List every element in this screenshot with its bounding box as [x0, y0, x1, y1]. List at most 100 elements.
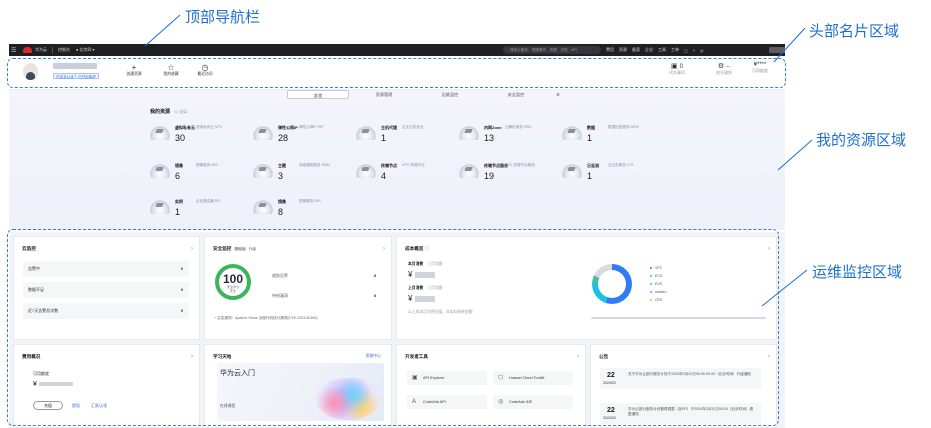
ops-monitor-outline: [7, 229, 779, 426]
resource-count: 4: [381, 171, 387, 181]
help-icon[interactable]: ?: [693, 48, 695, 53]
callout-my-resources: 我的资源区域: [816, 131, 907, 149]
resource-icon: [150, 126, 170, 140]
resource-count: 6: [175, 171, 181, 181]
resource-count: 1: [587, 171, 593, 181]
resource-card[interactable]: 终端节点 VPC 终端节点 4: [356, 162, 456, 186]
resource-icon: [459, 126, 479, 140]
resource-card[interactable]: 日志流 云日志服务 LTS 1: [562, 162, 662, 186]
brand-name: 华为云: [35, 47, 47, 52]
tab-security-monitoring[interactable]: 安全监控: [485, 90, 547, 99]
header-card-outline: [7, 58, 786, 88]
globe-icon[interactable]: ◎: [700, 48, 704, 53]
resource-card[interactable]: 镜像 镜像服务 IMS 6: [150, 162, 250, 186]
location-pin-icon: ●: [76, 47, 79, 52]
resource-icon: [150, 164, 170, 178]
resource-desc: 弹性公网IP EIP: [299, 125, 324, 129]
resource-desc: 云解析服务 DNS: [505, 125, 532, 129]
resource-card[interactable]: 内网Zone 云解析服务 DNS 13: [459, 124, 559, 148]
resource-desc: 镜像服务 IMS: [196, 163, 218, 167]
top-nav-links: 费用 资源 备案 企业 工具 工单 ▢ ? ◎: [606, 44, 704, 56]
nav-link-resources[interactable]: 资源: [619, 47, 627, 53]
resource-card[interactable]: 终端节点服务 VPC 终端节点服务 19: [459, 162, 559, 186]
resource-icon: [150, 200, 170, 214]
resource-desc: 镜像服务 IMS: [299, 199, 321, 203]
brand-logo[interactable]: 华为云: [23, 47, 47, 53]
nav-divider: [52, 47, 53, 53]
tab-overview[interactable]: 总览: [287, 90, 349, 99]
chevron-down-icon: ▾: [92, 47, 95, 52]
nav-link-enterprise[interactable]: 企业: [645, 47, 653, 53]
resource-count: 19: [484, 171, 495, 181]
my-resources-heading: 我的资源: [150, 109, 171, 115]
resource-name: 主机代理: [381, 125, 397, 130]
annotation-margin: [785, 44, 931, 428]
callout-top-nav: 顶部导航栏: [185, 8, 261, 26]
resource-name: 内网Zone: [484, 125, 502, 130]
callout-header-card: 头部名片区域: [809, 22, 900, 40]
resource-card[interactable]: 镜像 镜像服务 IMS 8: [253, 198, 353, 222]
resource-card[interactable]: 虚拟私有云 虚拟私有云 VPC 30: [150, 124, 250, 148]
huawei-logo-icon: [23, 47, 32, 53]
nav-link-tools[interactable]: 工具: [658, 47, 666, 53]
menu-grid-icon[interactable]: ☰: [11, 47, 19, 54]
annotated-console-screenshot: { "annotations": { "top_nav": "顶部导航栏", "…: [0, 0, 931, 428]
resource-card[interactable]: 主机代理 企业主机安全 1: [356, 124, 456, 148]
resource-card[interactable]: 数据 数据加密服务 DEW 1: [562, 124, 662, 148]
resource-count: 28: [278, 133, 289, 143]
region-label: 北京四: [79, 47, 92, 52]
resource-count: 8: [278, 207, 284, 217]
my-resources-title: 我的资源 ◎ 全局: [150, 108, 187, 115]
nav-link-filing[interactable]: 备案: [632, 47, 640, 53]
resource-count: 30: [175, 133, 186, 143]
resource-icon: [253, 126, 273, 140]
resource-name: 终端节点: [381, 163, 397, 168]
global-search-input[interactable]: ⌕ 搜索云服务、快捷操作、资源、文档、API: [503, 46, 601, 54]
resource-name: 数据: [587, 125, 595, 130]
console-link[interactable]: 控制台: [58, 47, 70, 53]
resource-count: 3: [278, 171, 284, 181]
resource-card[interactable]: 主题 消息通知服务 SMN 3: [253, 162, 353, 186]
resource-count: 13: [484, 133, 495, 143]
message-icon[interactable]: ▢: [684, 48, 688, 53]
region-selector[interactable]: ● 北京四 ▾: [76, 47, 95, 53]
callout-ops-monitor: 运维监控区域: [812, 263, 903, 281]
resource-name: 主题: [278, 163, 286, 168]
resource-count: 1: [175, 207, 181, 217]
resource-desc: 企业主机安全: [402, 125, 424, 129]
resource-name: 镜像: [278, 199, 286, 204]
tab-settings[interactable]: ⚙: [551, 90, 565, 99]
resource-count: 1: [587, 133, 593, 143]
resource-desc: 消息通知服务 SMN: [299, 163, 330, 167]
resource-name: 日志流: [587, 163, 599, 168]
resource-desc: VPC 终端节点服务: [505, 163, 535, 167]
resource-icon: [253, 200, 273, 214]
resource-card[interactable]: 弹性公网IP 弹性公网IP EIP 28: [253, 124, 353, 148]
tab-resource-management[interactable]: 资源管理: [353, 90, 415, 99]
resource-name: 镜像: [175, 163, 183, 168]
gear-icon: ⚙: [556, 92, 560, 97]
resource-icon: [356, 164, 376, 178]
resource-name: 虚拟私有云: [175, 125, 195, 130]
resource-count: 1: [381, 133, 387, 143]
search-placeholder: 搜索云服务、快捷操作、资源、文档、API: [510, 48, 577, 52]
resources-band: [9, 90, 785, 230]
resource-icon: [562, 126, 582, 140]
resource-name: 弹性公网IP: [278, 125, 298, 130]
top-nav-bar: ☰ 华为云 控制台 ● 北京四 ▾ ⌕ 搜索云服务、快捷操作、资源、文档、API…: [9, 44, 791, 56]
resource-card[interactable]: 实例 企业路由器 ER 1: [150, 198, 250, 222]
resource-icon: [459, 164, 479, 178]
scope-label[interactable]: ◎ 全局: [174, 109, 187, 114]
console-tabs: 总览 资源管理 运维监控 安全监控 ⚙: [287, 90, 569, 99]
resource-desc: 虚拟私有云 VPC: [196, 125, 223, 129]
scope-text: 全局: [179, 109, 188, 114]
tab-ops-monitoring[interactable]: 运维监控: [419, 90, 481, 99]
resource-desc: 数据加密服务 DEW: [608, 125, 639, 129]
resource-icon: [562, 164, 582, 178]
nav-link-fees[interactable]: 费用: [606, 47, 614, 53]
resource-icon: [356, 126, 376, 140]
resource-desc: 企业路由器 ER: [196, 199, 220, 203]
resource-desc: VPC 终端节点: [402, 163, 425, 167]
nav-link-tickets[interactable]: 工单: [671, 47, 679, 53]
resource-icon: [253, 164, 273, 178]
